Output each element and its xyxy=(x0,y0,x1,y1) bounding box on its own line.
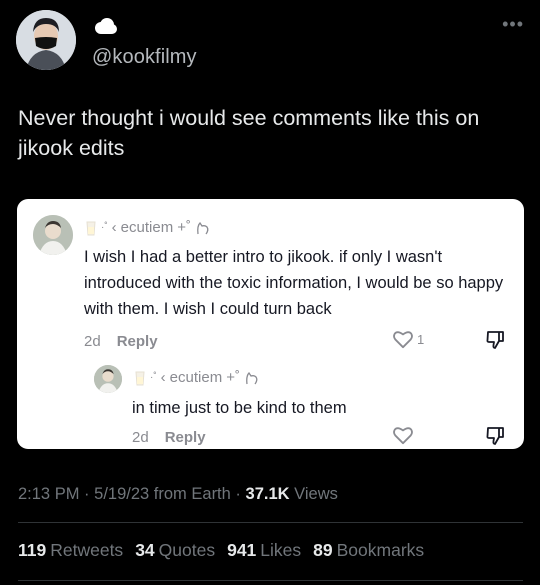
avatar-photo-icon xyxy=(94,365,122,393)
comment-username[interactable]: ·˚ ‹ ecutiem +˚ xyxy=(85,219,211,236)
tweet-source: from Earth xyxy=(153,485,231,503)
username-prefix: ‹ xyxy=(160,369,166,386)
retweets-label: Retweets xyxy=(50,540,124,560)
retweets-count: 119 xyxy=(18,540,47,560)
cat-heart-icon xyxy=(246,371,258,384)
reply-avatar xyxy=(94,365,122,393)
username-text: ecutiem xyxy=(120,219,174,236)
divider xyxy=(18,580,523,581)
bookmarks-stat[interactable]: 89 Bookmarks xyxy=(313,540,424,561)
divider xyxy=(18,522,523,523)
likes-stat[interactable]: 941 Likes xyxy=(227,540,301,561)
more-options-icon[interactable]: ••• xyxy=(502,14,524,35)
embedded-comment-screenshot: ·˚ ‹ ecutiem +˚ I wish I had a better in… xyxy=(17,199,524,449)
comment-time: 2d xyxy=(84,333,101,350)
cloud-emoji-icon xyxy=(95,18,117,34)
likes-label: Likes xyxy=(260,540,302,560)
tweet-header: @kookfilmy ••• xyxy=(16,10,524,74)
username-text: ecutiem xyxy=(169,369,223,386)
milk-glass-icon xyxy=(86,221,96,235)
reply-button[interactable]: Reply xyxy=(117,333,158,350)
quotes-count: 34 xyxy=(135,540,155,560)
sparkle-icon: ·˚ xyxy=(150,372,157,383)
comment-avatar xyxy=(33,215,73,255)
reply-button[interactable]: Reply xyxy=(165,429,206,446)
username-prefix: ‹ xyxy=(111,219,117,236)
reply-meta: 2d Reply xyxy=(132,429,206,446)
bookmarks-count: 89 xyxy=(313,540,333,560)
dislike-icon[interactable] xyxy=(485,330,505,350)
like-count: 1 xyxy=(417,331,425,347)
tweet-timestamp: 2:13 PM · 5/19/23 from Earth · 37.1K Vie… xyxy=(18,485,338,503)
likes-count: 941 xyxy=(227,540,257,560)
views-label: Views xyxy=(294,485,338,503)
reply-username[interactable]: ·˚ ‹ ecutiem +˚ xyxy=(134,369,260,386)
cat-heart-icon xyxy=(197,221,209,234)
profile-photo-icon xyxy=(16,10,76,70)
avatar-photo-icon xyxy=(33,215,73,255)
like-button[interactable] xyxy=(392,425,417,445)
dislike-icon[interactable] xyxy=(485,426,505,446)
retweets-stat[interactable]: 119 Retweets xyxy=(18,540,123,561)
user-handle[interactable]: @kookfilmy xyxy=(92,46,197,69)
views-count: 37.1K xyxy=(245,485,290,503)
comment-meta: 2d Reply xyxy=(84,333,158,350)
like-button[interactable]: 1 xyxy=(392,329,424,349)
quotes-label: Quotes xyxy=(158,540,216,560)
plus-sparkle-icon: +˚ xyxy=(226,369,240,386)
tweet-time[interactable]: 2:13 PM xyxy=(18,485,79,503)
heart-icon xyxy=(393,427,413,445)
reply-time: 2d xyxy=(132,429,149,446)
milk-glass-icon xyxy=(135,371,145,385)
tweet-text: Never thought i would see comments like … xyxy=(18,106,480,160)
tweet-date[interactable]: 5/19/23 xyxy=(94,485,149,503)
quotes-stat[interactable]: 34 Quotes xyxy=(135,540,215,561)
plus-sparkle-icon: +˚ xyxy=(177,219,191,236)
reply-text: in time just to be kind to them xyxy=(132,399,347,417)
user-avatar[interactable] xyxy=(16,10,76,70)
engagement-stats: 119 Retweets 34 Quotes 941 Likes 89 Bookmark… xyxy=(18,540,424,561)
bookmarks-label: Bookmarks xyxy=(336,540,425,560)
comment-text: I wish I had a better intro to jikook. i… xyxy=(84,248,504,318)
user-info: @kookfilmy xyxy=(92,16,197,69)
heart-icon xyxy=(393,331,413,349)
sparkle-icon: ·˚ xyxy=(101,222,108,233)
